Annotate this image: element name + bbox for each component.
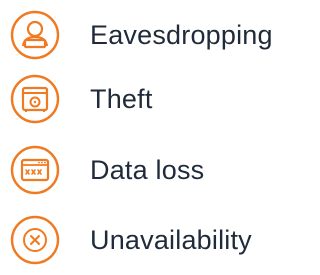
safe-icon [10, 74, 60, 124]
item-label: Eavesdropping [90, 20, 273, 50]
list-item-data-loss: Data loss [0, 145, 286, 205]
item-label: Theft [90, 84, 153, 114]
list-item-eavesdropping: Eavesdropping [0, 10, 286, 70]
item-label: Data loss [90, 155, 205, 185]
list-item-theft: Theft [0, 74, 286, 134]
x-circle-icon [10, 215, 60, 265]
item-label: Unavailability [90, 225, 252, 255]
list-item-unavailability: Unavailability [0, 215, 286, 275]
browser-window-password-icon [10, 145, 60, 195]
person-at-laptop-icon [10, 10, 60, 60]
